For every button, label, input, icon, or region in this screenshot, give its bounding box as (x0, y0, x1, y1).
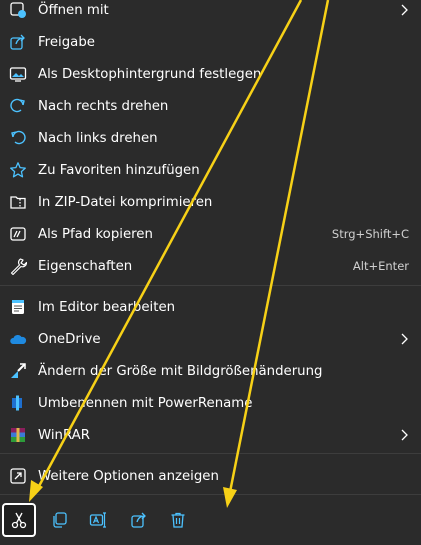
menu-item-winrar[interactable]: WinRAR (0, 420, 421, 450)
menu-item-edit-in-editor[interactable]: Im Editor bearbeiten (0, 292, 421, 322)
menu-item-label: Eigenschaften (38, 258, 133, 274)
menu-item-powerrename[interactable]: Umbenennen mit PowerRename (0, 388, 421, 418)
onedrive-icon (9, 330, 27, 348)
menu-item-label: In ZIP-Datei komprimieren (38, 194, 213, 210)
zip-icon (9, 193, 27, 211)
shortcut-label: Alt+Enter (352, 259, 409, 273)
menu-item-label: Nach links drehen (38, 130, 158, 146)
menu-item-label: Nach rechts drehen (38, 98, 169, 114)
powerrename-icon (9, 394, 27, 412)
wrench-icon (9, 257, 27, 275)
share-icon (130, 511, 148, 529)
scissors-icon (10, 511, 28, 529)
star-icon (9, 161, 27, 179)
menu-item-label: Freigabe (38, 34, 95, 50)
winrar-icon (9, 426, 27, 444)
menu-item-rotate-left[interactable]: Nach links drehen (0, 123, 421, 153)
delete-button[interactable] (161, 503, 195, 537)
wallpaper-icon (9, 65, 27, 83)
menu-item-open-with[interactable]: Öffnen mit (0, 0, 421, 25)
shortcut-label: Strg+Shift+C (331, 227, 409, 241)
copy-icon (50, 511, 68, 529)
copy-button[interactable] (42, 503, 76, 537)
menu-item-label: Als Desktophintergrund festlegen (38, 66, 262, 82)
share-button[interactable] (122, 503, 156, 537)
menu-item-compress-zip[interactable]: In ZIP-Datei komprimieren (0, 187, 421, 217)
chevron-right-icon (399, 428, 409, 442)
separator (0, 453, 421, 454)
menu-item-more-options[interactable]: Weitere Optionen anzeigen (0, 461, 421, 491)
share-icon (9, 33, 27, 51)
menu-item-label: Umbenennen mit PowerRename (38, 395, 253, 411)
chevron-right-icon (399, 332, 409, 346)
notepad-icon (9, 298, 27, 316)
quick-actions-toolbar (0, 495, 421, 545)
menu-item-label: Öffnen mit (38, 2, 109, 18)
menu-item-properties[interactable]: Eigenschaften Alt+Enter (0, 251, 421, 281)
menu-item-label: OneDrive (38, 331, 101, 347)
menu-item-share[interactable]: Freigabe (0, 27, 421, 57)
menu-item-copy-as-path[interactable]: Als Pfad kopieren Strg+Shift+C (0, 219, 421, 249)
rename-icon (89, 511, 107, 529)
menu-item-label: Als Pfad kopieren (38, 226, 153, 242)
rename-button[interactable] (81, 503, 115, 537)
menu-item-label: Weitere Optionen anzeigen (38, 468, 219, 484)
image-resizer-icon (9, 362, 27, 380)
menu-item-label: Im Editor bearbeiten (38, 299, 176, 315)
menu-item-label: WinRAR (38, 427, 91, 443)
rotate-right-icon (9, 97, 27, 115)
copy-path-icon (9, 225, 27, 243)
menu-item-add-favorites[interactable]: Zu Favoriten hinzufügen (0, 155, 421, 185)
context-menu: Öffnen mit Freigabe Als Desktophintergru… (0, 0, 421, 545)
menu-item-label: Ändern der Größe mit Bildgrößenänderung (38, 363, 323, 379)
trash-icon (169, 511, 187, 529)
menu-item-onedrive[interactable]: OneDrive (0, 324, 421, 354)
menu-item-image-resizer[interactable]: Ändern der Größe mit Bildgrößenänderung (0, 356, 421, 386)
more-options-icon (9, 467, 27, 485)
chevron-right-icon (399, 3, 409, 17)
open-with-icon (9, 1, 27, 19)
menu-item-rotate-right[interactable]: Nach rechts drehen (0, 91, 421, 121)
cut-button[interactable] (2, 503, 36, 537)
separator (0, 285, 421, 286)
menu-item-set-wallpaper[interactable]: Als Desktophintergrund festlegen (0, 59, 421, 89)
menu-item-label: Zu Favoriten hinzufügen (38, 162, 200, 178)
rotate-left-icon (9, 129, 27, 147)
